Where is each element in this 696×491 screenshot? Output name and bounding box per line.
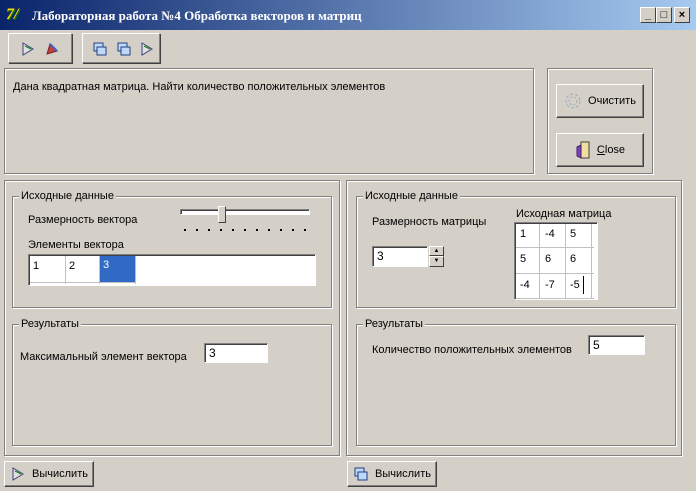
matrix-cell[interactable]: -7 xyxy=(542,276,558,294)
matrix-input-title: Исходные данные xyxy=(363,190,460,202)
matrix-results-title: Результаты xyxy=(363,318,425,330)
matrix-cell[interactable]: 6 xyxy=(542,250,554,268)
vector-calc-label: Вычислить xyxy=(32,468,88,480)
windows-icon xyxy=(117,42,130,56)
matrix-cell-editing[interactable]: -5 xyxy=(567,276,584,294)
matrix-calc-button[interactable]: Вычислить xyxy=(347,461,437,487)
matrix-cell[interactable]: 5 xyxy=(517,250,529,268)
spin-down-icon[interactable]: ▼ xyxy=(429,256,444,267)
clear-label: Очистить xyxy=(588,95,636,107)
vector-size-label: Размерность вектора xyxy=(28,214,138,226)
matrix-cell[interactable]: -4 xyxy=(542,225,558,243)
close-window-button[interactable]: × xyxy=(674,7,690,23)
task-text: Дана квадратная матрица. Найти количеств… xyxy=(13,81,386,93)
vector-max-field[interactable]: 3 xyxy=(204,343,268,363)
vector-cell-selected[interactable]: 3 xyxy=(100,256,135,282)
matrix-count-field[interactable]: 5 xyxy=(588,335,645,355)
vector-cell[interactable]: 2 xyxy=(66,257,99,281)
vector-icon xyxy=(12,467,24,481)
vector-icon xyxy=(22,42,34,56)
toolbar-matrix2-button[interactable] xyxy=(112,38,135,60)
toolbar-vector2-button[interactable] xyxy=(135,38,158,60)
clear-button[interactable]: Очистить xyxy=(556,84,644,118)
pencil-icon xyxy=(45,43,58,55)
matrix-calc-label: Вычислить xyxy=(375,468,431,480)
windows-icon xyxy=(354,467,368,481)
vector-max-label: Максимальный элемент вектора xyxy=(20,351,187,363)
maximize-button[interactable]: □ xyxy=(656,7,672,23)
toolbar xyxy=(0,30,696,66)
vector-input-title: Исходные данные xyxy=(19,190,116,202)
matrix-cell[interactable]: 1 xyxy=(517,225,529,243)
matrix-label: Исходная матрица xyxy=(516,208,612,220)
toolbar-matrix-button[interactable] xyxy=(88,38,111,60)
swirl-icon xyxy=(565,93,581,109)
toolbar-vector-button[interactable] xyxy=(16,38,39,60)
windows-icon xyxy=(93,42,106,56)
vector-results-group: Результаты xyxy=(12,318,332,446)
close-button[interactable]: Close xyxy=(556,133,644,167)
minimize-button[interactable]: _ xyxy=(640,7,656,23)
title-bar[interactable]: 7/ Лабораторная работа №4 Обработка вект… xyxy=(0,0,696,30)
task-panel: Дана квадратная матрица. Найти количеств… xyxy=(4,68,534,174)
vector-results-title: Результаты xyxy=(19,318,81,330)
vector-calc-button[interactable]: Вычислить xyxy=(4,461,94,487)
trackbar-thumb[interactable] xyxy=(218,206,226,223)
matrix-cell[interactable]: -4 xyxy=(517,276,533,294)
vector-cell[interactable]: 1 xyxy=(30,257,65,281)
matrix-size-label: Размерность матрицы xyxy=(372,216,487,228)
matrix-size-spinner[interactable]: ▲ ▼ xyxy=(429,246,444,267)
door-icon xyxy=(576,141,590,159)
matrix-cell[interactable]: 6 xyxy=(567,250,579,268)
close-label: Close xyxy=(596,144,626,156)
app-icon: 7/ xyxy=(6,6,19,23)
vector-icon xyxy=(141,42,153,56)
window-title: Лабораторная работа №4 Обработка векторо… xyxy=(32,8,362,23)
vector-size-trackbar[interactable] xyxy=(180,209,310,215)
matrix-cell[interactable]: 5 xyxy=(567,225,579,243)
toolbar-pencil-button[interactable] xyxy=(40,38,63,60)
matrix-size-field[interactable]: 3 xyxy=(372,246,428,267)
matrix-count-label: Количество положительных элементов xyxy=(372,344,572,356)
spin-up-icon[interactable]: ▲ xyxy=(429,246,444,256)
vector-elements-label: Элементы вектора xyxy=(28,239,124,251)
